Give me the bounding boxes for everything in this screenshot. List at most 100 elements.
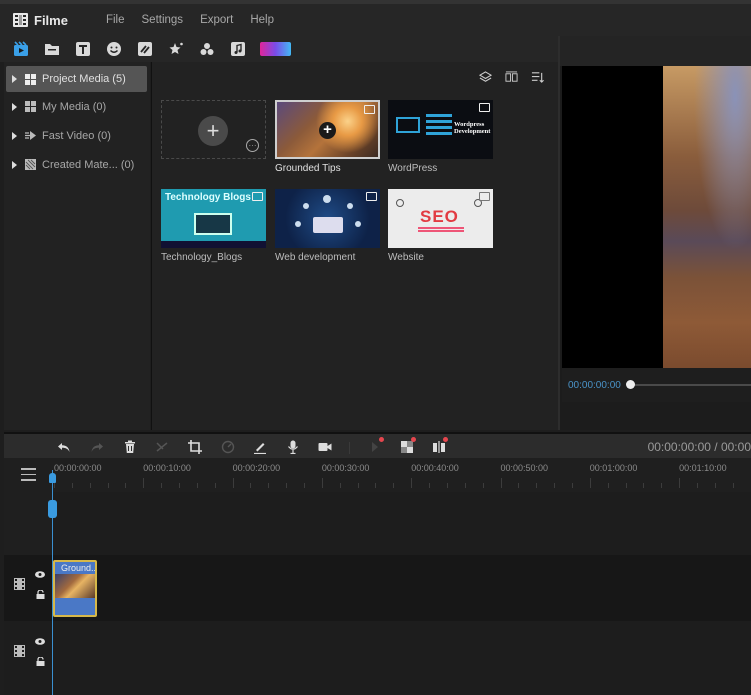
ruler-minor-tick (661, 483, 663, 488)
timeline-clip-grounded-tips[interactable]: Ground... (53, 560, 97, 617)
media-item-website[interactable]: SEO Website (388, 189, 493, 263)
mic-icon[interactable] (285, 439, 301, 455)
ruler-minor-tick (554, 483, 556, 488)
folder-icon[interactable] (43, 40, 61, 58)
ruler-minor-tick (536, 483, 538, 488)
app-name: Filme (34, 12, 68, 28)
preview-controls: 00:00:00:00 (562, 368, 751, 402)
ruler-minor-tick (714, 483, 716, 488)
filme-app: Filme File Settings Export Help Project … (0, 0, 751, 695)
image-type-icon (252, 192, 263, 201)
asset-toolbar (0, 36, 558, 62)
preview-frame-image (663, 66, 751, 368)
visibility-eye-icon[interactable] (35, 638, 45, 645)
thumb-text: Technology Blogs (165, 192, 251, 203)
expand-arrow-icon[interactable] (12, 75, 17, 83)
camera-icon[interactable] (317, 439, 333, 455)
freeze-icon[interactable] (431, 437, 448, 455)
ruler-time-label: 00:00:40:00 (411, 463, 459, 473)
ruler-minor-tick (696, 483, 698, 488)
media-caption: Technology_Blogs (161, 252, 243, 263)
ruler-minor-tick (286, 483, 288, 488)
ruler-minor-tick (125, 483, 127, 488)
speed-icon[interactable] (220, 439, 236, 455)
media-thumbnail[interactable]: Wordpress Development (388, 100, 493, 159)
ruler-minor-tick (393, 483, 395, 488)
media-thumbnail[interactable] (275, 189, 380, 248)
new-badge (443, 437, 448, 442)
effects-icon[interactable] (167, 40, 185, 58)
preview-header (560, 36, 751, 66)
marker-icon[interactable] (367, 437, 384, 455)
pen-icon[interactable] (252, 439, 268, 455)
delete-icon[interactable] (122, 439, 138, 455)
film-track-icon (14, 645, 25, 657)
lock-icon[interactable] (36, 590, 45, 599)
image-type-icon (366, 192, 377, 201)
ruler-minor-tick (518, 483, 520, 488)
transition-icon[interactable] (136, 40, 154, 58)
sort-icon[interactable] (530, 70, 544, 84)
media-item-grounded-tips[interactable]: + Grounded Tips (275, 100, 380, 174)
expand-arrow-icon[interactable] (12, 160, 17, 169)
timeline-empty-area[interactable] (52, 492, 751, 555)
timeline-menu-icon[interactable] (21, 468, 36, 485)
ruler-minor-tick (89, 483, 91, 488)
layers-icon[interactable] (478, 70, 492, 84)
crop-icon[interactable] (187, 439, 203, 455)
ruler-major-tick (232, 478, 234, 488)
media-thumbnail[interactable]: + (275, 100, 380, 159)
media-icon[interactable] (12, 40, 30, 58)
media-item-technology-blogs[interactable]: Technology Blogs Technology_Blogs (161, 189, 266, 263)
menu-settings[interactable]: Settings (142, 14, 184, 26)
elements-icon[interactable] (198, 40, 216, 58)
preview-current-time: 00:00:00:00 (568, 380, 621, 391)
fast-video-icon (25, 131, 36, 140)
ruler-time-label: 00:00:00:00 (54, 463, 102, 473)
sticker-icon[interactable] (105, 40, 123, 58)
sidebar-item-my-media[interactable]: My Media (0) (4, 92, 150, 121)
video-track-2[interactable] (4, 621, 751, 695)
track-controls (10, 635, 50, 675)
preview-seek-bar[interactable] (628, 384, 751, 386)
media-item-web-development[interactable]: Web development (275, 189, 380, 263)
media-thumbnail[interactable]: Technology Blogs (161, 189, 266, 248)
media-thumbnail[interactable]: SEO (388, 189, 493, 248)
undo-icon[interactable] (56, 439, 72, 455)
split-icon[interactable] (154, 439, 170, 455)
timeline-ruler[interactable]: 00:00:00:00 00:00:10:00 00:00:20:00 00:00:3… (52, 458, 751, 492)
redo-icon[interactable] (89, 439, 105, 455)
columns-icon[interactable] (504, 70, 518, 84)
menu-export[interactable]: Export (200, 14, 233, 26)
mosaic-icon[interactable] (399, 437, 416, 455)
ruler-minor-tick (446, 483, 448, 488)
playhead-drag-handle[interactable] (48, 500, 57, 518)
expand-arrow-icon[interactable] (12, 102, 17, 111)
color-filter-icon[interactable] (260, 40, 291, 58)
text-icon[interactable] (74, 40, 92, 58)
menu-file[interactable]: File (106, 14, 125, 26)
music-icon[interactable] (229, 40, 247, 58)
sidebar-item-created-material[interactable]: Created Mate... (0) (4, 150, 150, 179)
import-media-button[interactable]: + ··· (161, 100, 266, 159)
playhead-top-handle[interactable] (49, 473, 56, 483)
image-type-icon (479, 192, 490, 201)
add-to-timeline-icon[interactable]: + (319, 122, 336, 139)
ruler-minor-tick (625, 483, 627, 488)
more-options-icon[interactable]: ··· (246, 139, 259, 152)
menu-help[interactable]: Help (250, 14, 274, 26)
expand-arrow-icon[interactable] (12, 131, 17, 140)
add-icon[interactable]: + (198, 116, 228, 146)
sidebar-item-fast-video[interactable]: Fast Video (0) (4, 121, 150, 150)
preview-seek-handle[interactable] (626, 380, 635, 389)
sidebar-item-project-media[interactable]: Project Media (5) (6, 66, 147, 92)
filme-logo-icon (13, 13, 28, 27)
track-controls (10, 568, 50, 608)
lock-icon[interactable] (36, 657, 45, 666)
visibility-eye-icon[interactable] (35, 571, 45, 578)
thumb-text: Wordpress Development (454, 121, 491, 135)
media-item-wordpress[interactable]: Wordpress Development WordPress (388, 100, 493, 174)
video-track-1[interactable] (4, 555, 751, 621)
sidebar-item-label: Created Mate... (0) (42, 158, 135, 171)
ruler-minor-tick (161, 483, 163, 488)
